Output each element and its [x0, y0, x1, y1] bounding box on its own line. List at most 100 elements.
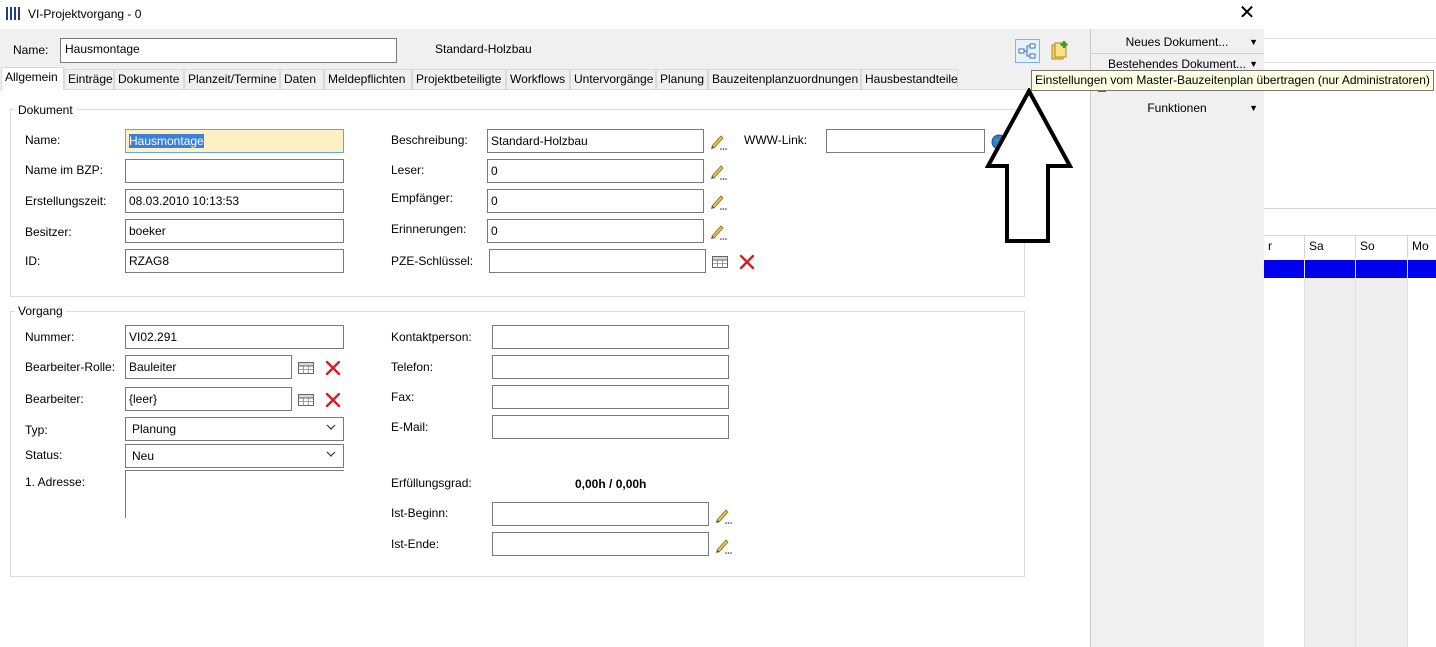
window-title: VI-Projektvorgang - 0 [28, 7, 142, 21]
address-label: 1. Adresse: [25, 475, 86, 489]
actual-end-label: Ist-Ende: [391, 537, 440, 551]
tab-planzeit-termine[interactable]: Planzeit/Termine [184, 69, 280, 89]
doc-reader-input[interactable]: 0 [487, 159, 704, 183]
clear-x-icon[interactable] [324, 359, 342, 377]
tab-hausbestandteile[interactable]: Hausbestandteile [861, 69, 958, 89]
doc-reminder-input[interactable]: 0 [487, 219, 704, 243]
new-document-menu[interactable]: Neues Dokument... ▼ [1090, 31, 1264, 53]
editor-role-label: Bearbeiter-Rolle: [25, 360, 116, 374]
gantt-day-header: Mo 0 [1407, 236, 1436, 258]
functions-menu[interactable]: Funktionen ▼ [1090, 97, 1264, 119]
document-add-button[interactable] [1047, 39, 1072, 63]
edit-pencil-icon[interactable] [709, 162, 727, 180]
doc-recipient-label: Empfänger: [391, 191, 454, 205]
doc-pze-input[interactable] [489, 249, 706, 273]
tab-bauzeitenplanzuordnungen[interactable]: Bauzeitenplanzuordnungen [708, 69, 861, 89]
fax-input[interactable] [492, 385, 729, 409]
edit-pencil-icon[interactable] [709, 132, 727, 150]
gantt-day-header: Sa 07.12 [1304, 236, 1355, 273]
email-label: E-Mail: [391, 420, 429, 434]
edit-pencil-icon[interactable] [714, 536, 732, 554]
close-button[interactable]: ✕ [1230, 2, 1264, 26]
clear-x-icon[interactable] [738, 253, 756, 271]
status-label: Status: [25, 448, 63, 462]
doc-name-label: Name: [25, 133, 61, 147]
process-number-label: Nummer: [25, 330, 75, 344]
tab-dokumente[interactable]: Dokumente [114, 69, 184, 89]
tab-eintraege[interactable]: Einträge [64, 69, 114, 89]
gantt-header [1264, 208, 1436, 236]
doc-reader-label: Leser: [391, 163, 425, 177]
doc-reminder-label: Erinnerungen: [391, 222, 467, 236]
tab-projektbeteiligte[interactable]: Projektbeteiligte [412, 69, 506, 89]
clear-x-icon[interactable] [324, 391, 342, 409]
contact-label: Kontaktperson: [391, 330, 472, 344]
header-name-input[interactable]: Hausmontage [60, 38, 397, 63]
transfer-settings-button[interactable] [1015, 39, 1040, 63]
doc-owner-input[interactable]: boeker [125, 219, 344, 243]
gantt-gridline [1304, 260, 1305, 647]
doc-www-label: WWW-Link: [744, 133, 808, 147]
tab-untervorgaenge[interactable]: Untervorgänge [570, 69, 656, 89]
header-name-label: Name: [13, 43, 49, 57]
gantt-gridline [1264, 38, 1436, 39]
doc-bzp-input[interactable] [125, 159, 344, 183]
doc-created-label: Erstellungszeit: [25, 194, 107, 208]
gantt-gridline [1355, 260, 1356, 647]
document-add-icon [1051, 41, 1068, 60]
edit-pencil-icon[interactable] [714, 506, 732, 524]
fax-label: Fax: [391, 390, 415, 404]
table-picker-icon[interactable] [711, 253, 729, 271]
tab-workflows[interactable]: Workflows [506, 69, 570, 89]
doc-recipient-input[interactable]: 0 [487, 189, 704, 213]
table-picker-icon[interactable] [297, 359, 315, 377]
fulfillment-label: Erfüllungsgrad: [391, 476, 472, 490]
gantt-gridline [1407, 260, 1408, 647]
gantt-gridline [1264, 62, 1436, 63]
gantt-day-header: So 08.12 [1355, 236, 1407, 273]
edit-pencil-icon[interactable] [709, 222, 727, 240]
type-select[interactable]: Planung [125, 417, 344, 441]
dokument-group-title: Dokument [15, 103, 76, 117]
address-textarea[interactable] [125, 470, 344, 518]
status-select[interactable]: Neu [125, 444, 344, 468]
tab-meldepflichten[interactable]: Meldepflichten [324, 69, 412, 89]
app-icon [6, 7, 20, 20]
tab-daten[interactable]: Daten [280, 69, 324, 89]
doc-description-label: Beschreibung: [391, 133, 468, 147]
doc-owner-label: Besitzer: [25, 225, 72, 239]
doc-name-value: Hausmontage [129, 134, 204, 148]
tab-planung[interactable]: Planung [656, 69, 708, 89]
template-name: Standard-Holzbau [435, 42, 532, 56]
fulfillment-value: 0,00h / 0,00h [575, 477, 647, 491]
contact-input[interactable] [492, 325, 729, 349]
editor-input[interactable]: {leer} [125, 387, 292, 411]
existing-document-label: Bestehendes Dokument... [1107, 57, 1247, 71]
chevron-down-icon [325, 421, 337, 436]
chevron-down-icon [325, 448, 337, 463]
dropdown-arrow-icon: ▼ [1249, 37, 1258, 47]
doc-www-input[interactable] [826, 129, 985, 153]
actual-end-input[interactable] [492, 532, 709, 556]
doc-name-input[interactable]: Hausmontage [125, 129, 344, 153]
doc-created-input[interactable]: 08.03.2010 10:13:53 [125, 189, 344, 213]
action-panel [1090, 29, 1264, 647]
table-picker-icon[interactable] [297, 391, 315, 409]
process-number-input[interactable]: VI02.291 [125, 325, 344, 349]
edit-pencil-icon[interactable] [709, 192, 727, 210]
actual-start-input[interactable] [492, 502, 709, 526]
actual-start-label: Ist-Beginn: [391, 506, 449, 520]
editor-role-input[interactable]: Bauleiter [125, 355, 292, 379]
annotation-arrow-icon [985, 88, 1073, 243]
email-input[interactable] [492, 415, 729, 439]
gantt-bar[interactable] [1264, 260, 1436, 278]
doc-description-input[interactable]: Standard-Holzbau [487, 129, 704, 153]
phone-input[interactable] [492, 355, 729, 379]
doc-id-label: ID: [25, 254, 41, 268]
tab-allgemein[interactable]: Allgemein [1, 67, 64, 90]
gantt-day-header: r 06.12 [1264, 236, 1304, 273]
phone-label: Telefon: [391, 360, 434, 374]
doc-pze-label: PZE-Schlüssel: [391, 254, 474, 268]
vorgang-group-title: Vorgang [15, 304, 66, 318]
doc-id-input[interactable]: RZAG8 [125, 249, 344, 273]
